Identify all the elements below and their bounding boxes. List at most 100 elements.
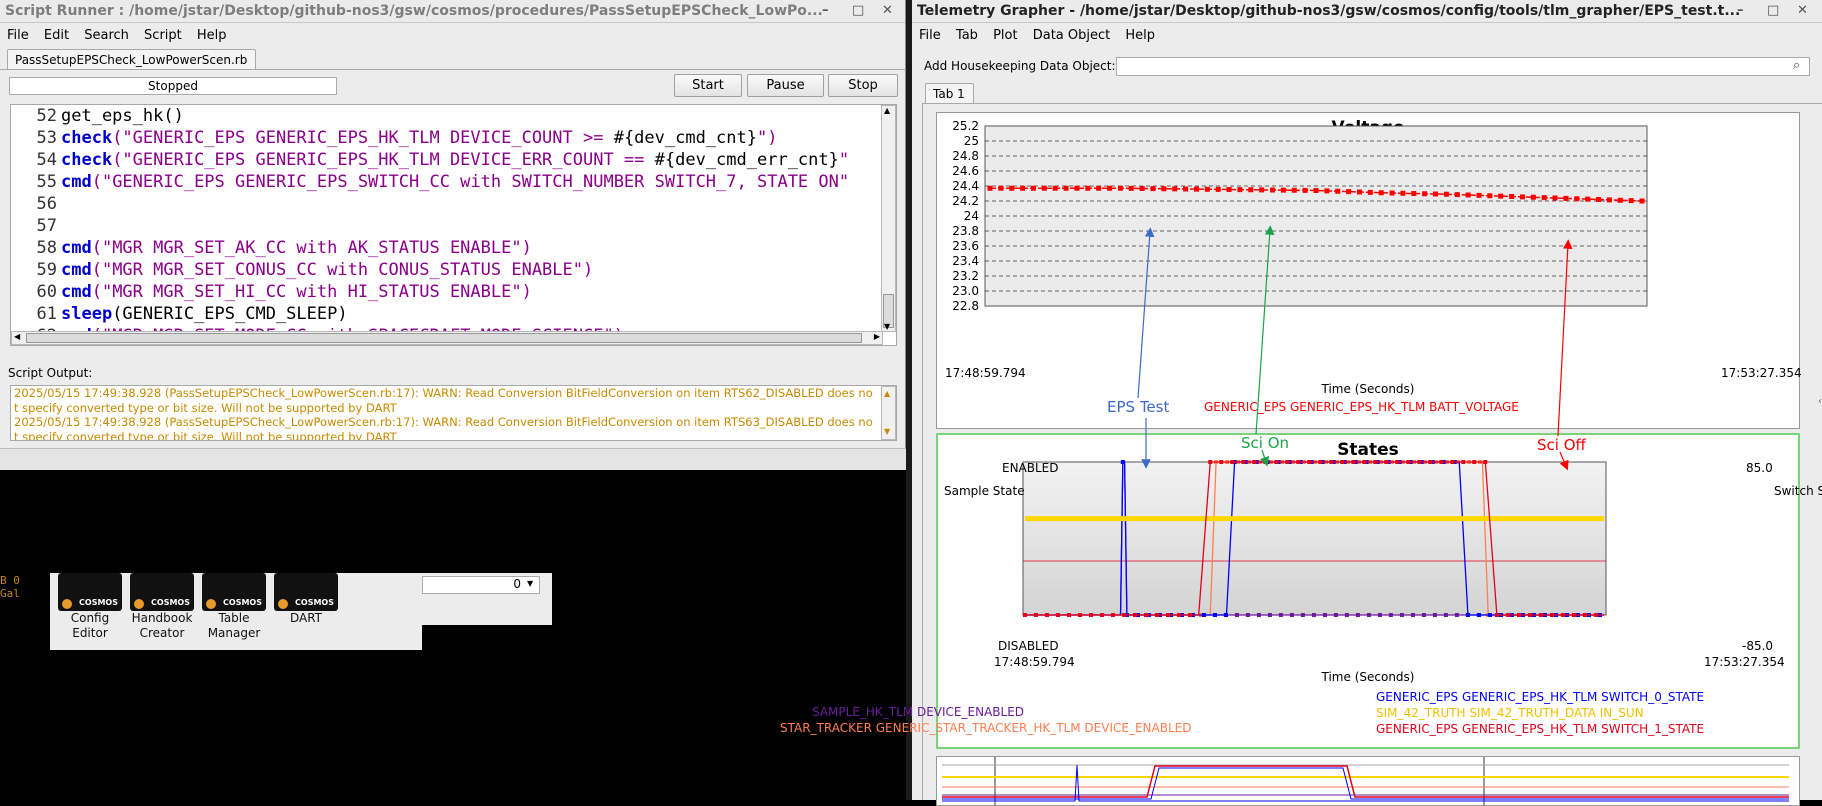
app-config-editor[interactable]: COSMOS Config Editor <box>58 573 122 641</box>
code-token: (GENERIC_EPS_CMD_SLEEP) <box>112 304 348 324</box>
minimize-button[interactable]: – <box>822 3 829 18</box>
tab-script-file[interactable]: PassSetupEPSCheck_LowPowerScen.rb <box>7 49 257 70</box>
legend-batt-voltage[interactable]: GENERIC_EPS GENERIC_EPS_HK_TLM BATT_VOLT… <box>1204 400 1519 414</box>
close-button[interactable]: ✕ <box>882 3 893 18</box>
maximize-button[interactable]: □ <box>1767 3 1779 18</box>
data-point <box>1030 185 1036 191</box>
script-runner-statusbar <box>0 448 906 470</box>
data-point <box>1377 613 1382 617</box>
legend-sample-enabled[interactable]: SAMPLE_HK_TLM DEVICE_ENABLED <box>812 705 1024 719</box>
states-x-axis-label: Time (Seconds) <box>1321 670 1415 684</box>
grapher-titlebar[interactable]: Telemetry Grapher - /home/jstar/Desktop/… <box>912 0 1822 23</box>
editor-vscrollbar[interactable]: ▲ ▼ <box>881 105 896 332</box>
line-number: 61 <box>36 304 57 324</box>
code-token: ("GENERIC_EPS GENERIC_EPS_HK_TLM DEVICE_… <box>112 128 614 148</box>
y-axis-right-label: Switch State <box>1774 484 1822 498</box>
menu-help[interactable]: Help <box>1125 28 1155 43</box>
maximize-button[interactable]: □ <box>852 3 864 18</box>
scroll-down-icon[interactable]: ▼ <box>884 322 890 331</box>
data-point <box>1212 613 1217 617</box>
y-tick-label: 22.8 <box>952 299 979 313</box>
menu-plot[interactable]: Plot <box>993 28 1018 43</box>
search-icon[interactable]: ⌕ <box>1793 58 1800 73</box>
data-point <box>1193 186 1199 192</box>
close-button[interactable]: ✕ <box>1797 3 1808 18</box>
states-plot[interactable]: States ENABLED DISABLED 85.0 -85.0 Sampl… <box>780 433 1822 749</box>
add-data-object-label: Add Housekeeping Data Object: <box>924 59 1116 73</box>
editor-hscroll-thumb[interactable] <box>26 333 862 343</box>
menu-file[interactable]: File <box>919 28 941 43</box>
output-vscrollbar[interactable]: ▲ ▼ <box>881 386 896 440</box>
data-point <box>1245 613 1250 617</box>
menu-edit[interactable]: Edit <box>44 28 69 43</box>
voltage-chart-svg: 25.22524.824.624.424.22423.823.623.423.2… <box>952 119 1648 313</box>
legend-star-tracker-enabled[interactable]: STAR_TRACKER GENERIC_STAR_TRACKER_HK_TLM… <box>780 721 1191 735</box>
annotation-sci-on: Sci On <box>1241 434 1290 452</box>
data-point <box>1267 613 1272 617</box>
data-point <box>1505 613 1510 617</box>
start-button[interactable]: Start <box>674 74 742 97</box>
y-tick-label: 25 <box>964 134 979 148</box>
legend-switch-1[interactable]: GENERIC_EPS GENERIC_EPS_HK_TLM SWITCH_1_… <box>1376 722 1704 736</box>
script-editor[interactable]: 52 get_eps_hk() 53 check("GENERIC_EPS GENER… <box>10 104 897 346</box>
minimize-button[interactable]: – <box>1737 3 1744 18</box>
legend-in-sun[interactable]: SIM_42_TRUTH SIM_42_TRUTH_DATA IN_SUN <box>1376 706 1644 720</box>
data-point <box>1389 190 1395 196</box>
script-runner-titlebar[interactable]: Script Runner : /home/jstar/Desktop/gith… <box>0 0 905 23</box>
scroll-up-icon[interactable]: ▲ <box>884 106 890 115</box>
script-runner-menubar: File Edit Search Script Help <box>0 23 905 45</box>
data-point <box>1230 460 1235 464</box>
app-dart[interactable]: COSMOS DART <box>274 573 338 626</box>
stop-button[interactable]: Stop <box>828 74 898 97</box>
script-output[interactable]: 2025/05/15 17:49:38.928 (PassSetupEPSChe… <box>10 385 897 441</box>
pause-button[interactable]: Pause <box>747 74 824 97</box>
data-point <box>1399 613 1404 617</box>
x-tick-end: 17:53:27.354 <box>1721 366 1802 380</box>
data-point <box>998 185 1004 191</box>
menu-help[interactable]: Help <box>197 28 227 43</box>
data-point <box>1311 613 1316 617</box>
app-handbook-creator[interactable]: COSMOS Handbook Creator <box>130 573 194 641</box>
data-point <box>1487 613 1492 617</box>
data-point <box>1388 613 1393 617</box>
data-point <box>1009 185 1015 191</box>
data-point <box>1346 189 1352 195</box>
script-runner-title: Script Runner : /home/jstar/Desktop/gith… <box>5 3 823 19</box>
scroll-left-icon[interactable]: ◀ <box>14 332 20 341</box>
line-number: 56 <box>36 194 57 214</box>
launcher-spinbox[interactable]: 0 <box>422 576 540 594</box>
y-tick-label: 24.4 <box>952 179 979 193</box>
menu-script[interactable]: Script <box>144 28 182 43</box>
scroll-down-icon[interactable]: ▼ <box>884 425 890 440</box>
splitter-handle[interactable]: ‹ <box>1818 396 1822 407</box>
code-line: 60 cmd("MGR MGR_SET_HI_CC with HI_STATUS … <box>11 281 896 303</box>
data-point <box>1344 613 1349 617</box>
add-data-object-input[interactable] <box>1116 57 1810 76</box>
chevron-down-icon[interactable]: ▼ <box>527 579 533 588</box>
y-tick-label: 23.8 <box>952 224 979 238</box>
third-plot[interactable] <box>936 756 1800 806</box>
legend-switch-0[interactable]: GENERIC_EPS GENERIC_EPS_HK_TLM SWITCH_0_… <box>1376 690 1704 704</box>
data-point <box>1280 187 1286 193</box>
code-token: #{dev_cmd_cnt} <box>613 128 757 148</box>
menu-file[interactable]: File <box>7 28 29 43</box>
handbook-creator-icon: COSMOS <box>130 573 194 611</box>
data-point <box>1560 613 1565 617</box>
plot-area <box>1022 461 1607 616</box>
data-point <box>1204 186 1210 192</box>
app-table-manager[interactable]: COSMOS Table Manager <box>202 573 266 641</box>
scroll-up-icon[interactable]: ▲ <box>884 387 890 402</box>
editor-hscrollbar[interactable]: ◀ ▶ <box>11 331 883 345</box>
data-point <box>1362 460 1367 464</box>
data-point <box>1639 198 1645 204</box>
menu-data-object[interactable]: Data Object <box>1033 28 1111 43</box>
telemetry-grapher-window: Telemetry Grapher - /home/jstar/Desktop/… <box>780 0 1822 806</box>
data-point <box>1313 188 1319 193</box>
voltage-plot[interactable]: Voltage 25.22524.824.624.424.22423.823.6… <box>936 112 1802 429</box>
menu-search[interactable]: Search <box>84 28 129 43</box>
menu-tab[interactable]: Tab <box>956 28 978 43</box>
x-tick-start: 17:48:59.794 <box>994 655 1075 669</box>
tab-1[interactable]: Tab 1 <box>925 83 974 104</box>
data-point <box>1498 193 1504 199</box>
scroll-right-icon[interactable]: ▶ <box>874 332 880 341</box>
